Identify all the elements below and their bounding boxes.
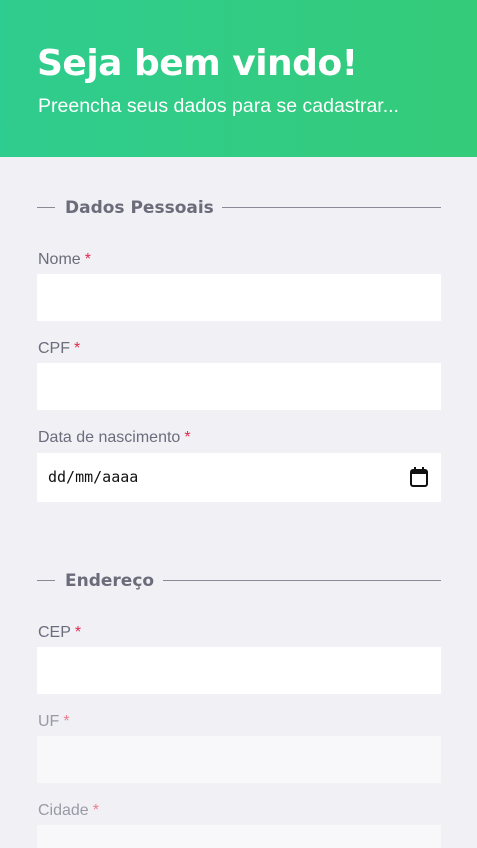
page-subtitle: Preencha seus dados para se cadastrar...: [38, 95, 399, 117]
required-asterisk: *: [92, 802, 99, 819]
cpf-input[interactable]: [37, 363, 441, 410]
cidade-label: Cidade *: [38, 801, 99, 821]
nome-label: Nome *: [38, 250, 91, 270]
page-title: Seja bem vindo!: [37, 43, 358, 84]
required-asterisk: *: [63, 713, 70, 730]
cidade-input[interactable]: [37, 825, 441, 848]
legend-divider: [37, 207, 55, 208]
cpf-label: CPF *: [38, 339, 80, 359]
fieldset-legend-personal: Dados Pessoais: [37, 194, 441, 222]
cep-label: CEP *: [38, 623, 81, 643]
uf-label: UF *: [38, 712, 70, 732]
cep-input[interactable]: [37, 647, 441, 694]
nome-input[interactable]: [37, 274, 441, 321]
fieldset-legend-address: Endereço: [37, 567, 441, 595]
birth-date-label: Data de nascimento *: [38, 428, 191, 448]
legend-divider: [163, 580, 441, 581]
required-asterisk: *: [74, 340, 81, 357]
label-text: Nome: [38, 251, 81, 268]
required-asterisk: *: [184, 429, 191, 446]
legend-divider: [37, 580, 55, 581]
calendar-icon[interactable]: [410, 467, 428, 487]
label-text: Cidade: [38, 802, 89, 819]
legend-divider: [222, 207, 441, 208]
label-text: UF: [38, 713, 60, 730]
uf-input[interactable]: [37, 736, 441, 783]
label-text: Data de nascimento: [38, 429, 181, 446]
welcome-header: Seja bem vindo! Preencha seus dados para…: [0, 0, 477, 157]
label-text: CEP: [38, 624, 71, 641]
birth-date-input[interactable]: dd/mm/aaaa: [37, 453, 441, 502]
label-text: CPF: [38, 340, 70, 357]
legend-text: Dados Pessoais: [65, 198, 214, 218]
required-asterisk: *: [74, 624, 82, 641]
legend-text: Endereço: [65, 571, 155, 591]
required-asterisk: *: [84, 251, 91, 268]
date-placeholder: dd/mm/aaaa: [48, 468, 139, 486]
